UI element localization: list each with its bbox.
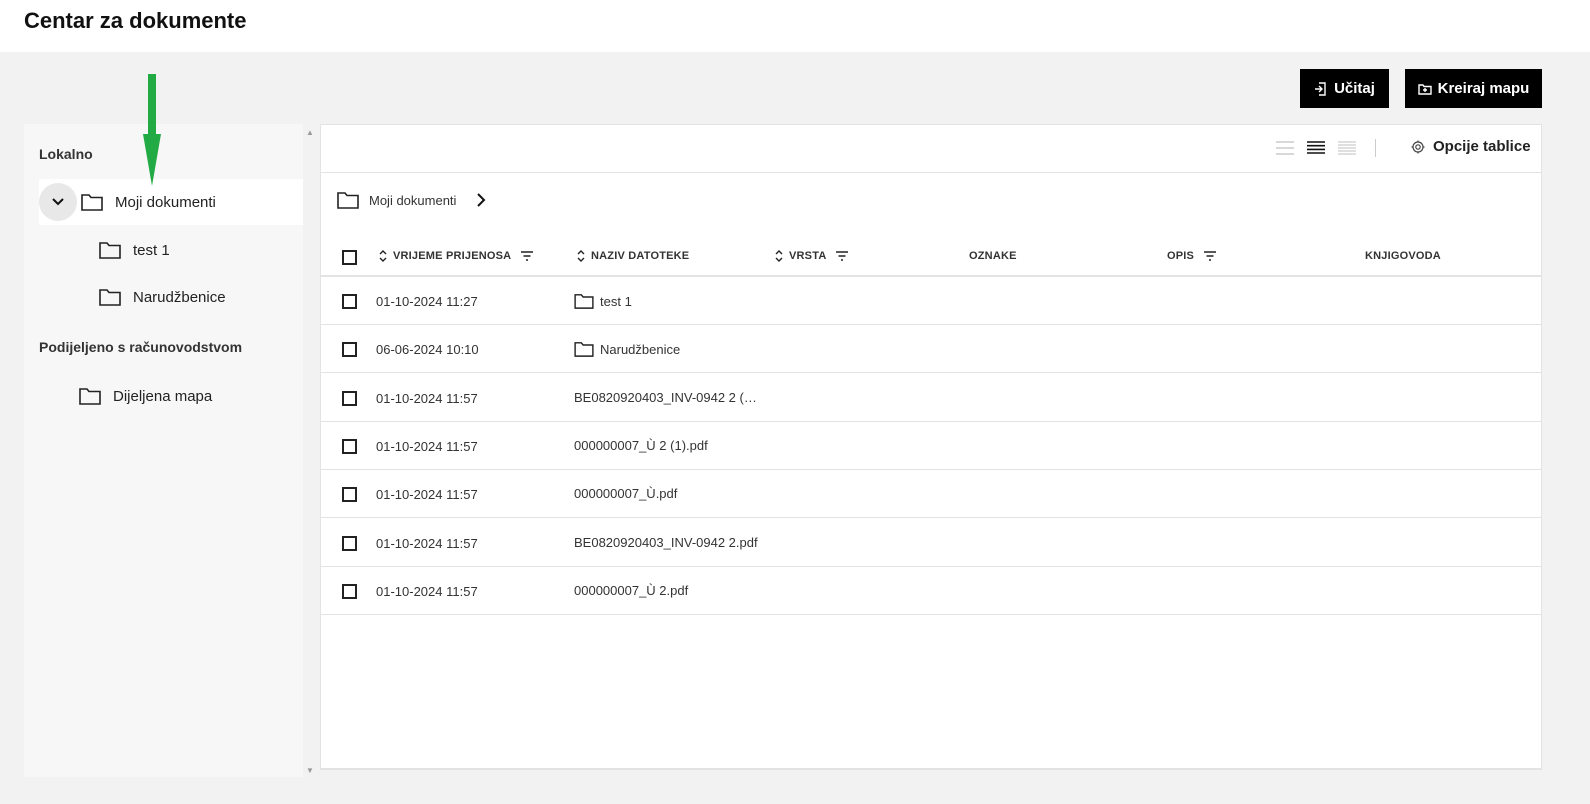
sort-icon[interactable] [775, 250, 783, 262]
file-name-label: BE0820920403_INV-0942 2 (… [574, 389, 757, 405]
table-options-label: Opcije tablice [1433, 138, 1531, 155]
folder-icon [337, 192, 359, 209]
breadcrumb-item[interactable]: Moji dokumenti [369, 193, 456, 208]
sidebar-item-label: test 1 [133, 241, 170, 259]
chevron-right-icon [477, 193, 486, 207]
row-checkbox[interactable] [342, 342, 357, 358]
column-label: VRSTA [789, 250, 827, 262]
local-section-label: Lokalno [39, 146, 93, 162]
cell-upload-time: 01-10-2024 11:57 [376, 583, 478, 599]
table-bottom-border [321, 768, 1541, 769]
table-row[interactable]: 01-10-2024 11:57 BE0820920403_INV-0942 2.… [321, 519, 1541, 567]
scroll-down-icon[interactable]: ▼ [306, 766, 314, 775]
sort-icon[interactable] [379, 250, 387, 262]
cell-file-name[interactable]: 000000007_Ù 2.pdf [574, 583, 688, 598]
create-folder-button[interactable]: Kreiraj mapu [1405, 69, 1542, 108]
view-compact-icon[interactable] [1276, 141, 1294, 155]
table-toolbar: Opcije tablice [321, 125, 1541, 173]
cell-file-name[interactable]: 000000007_Ù.pdf [574, 486, 677, 501]
folder-sidebar: Lokalno Moji dokumenti test 1 Narudžbeni… [24, 124, 303, 777]
filter-icon[interactable] [836, 251, 849, 261]
column-tags[interactable]: OZNAKE [969, 250, 1017, 262]
create-folder-button-label: Kreiraj mapu [1437, 80, 1530, 97]
cell-upload-time: 01-10-2024 11:57 [376, 535, 478, 551]
table-row[interactable]: 01-10-2024 11:57 000000007_Ù 2.pdf [321, 567, 1541, 615]
upload-icon [1315, 81, 1326, 96]
breadcrumb: Moji dokumenti [337, 191, 486, 209]
cell-upload-time: 01-10-2024 11:57 [376, 487, 478, 503]
row-checkbox[interactable] [342, 390, 357, 406]
table-row[interactable]: 06-06-2024 10:10 Narudžbenice [321, 325, 1541, 374]
gear-icon [1411, 140, 1425, 153]
folder-icon [574, 342, 594, 358]
folder-icon [99, 289, 121, 306]
column-bookkeeper[interactable]: KNJIGOVODA [1365, 250, 1441, 262]
upload-button-label: Učitaj [1334, 80, 1375, 97]
column-label: OZNAKE [969, 250, 1017, 262]
row-checkbox[interactable] [342, 535, 357, 551]
folder-icon [79, 388, 101, 405]
cell-file-name[interactable]: BE0820920403_INV-0942 2 (… [574, 390, 757, 405]
sidebar-item-my-documents[interactable]: Moji dokumenti [39, 179, 303, 225]
cell-upload-time: 06-06-2024 10:10 [376, 342, 479, 358]
file-name-label: BE0820920403_INV-0942 2.pdf [574, 534, 758, 550]
column-label: KNJIGOVODA [1365, 250, 1441, 262]
cell-file-name[interactable]: BE0820920403_INV-0942 2.pdf [574, 535, 758, 550]
column-label: NAZIV DATOTEKE [591, 250, 690, 262]
cell-upload-time: 01-10-2024 11:27 [376, 294, 478, 309]
column-label: OPIS [1167, 250, 1195, 262]
file-name-label: 000000007_Ù.pdf [574, 486, 678, 502]
sidebar-item-label: Narudžbenice [133, 288, 226, 306]
cell-file-name[interactable]: Narudžbenice [574, 341, 681, 358]
file-name-label: Narudžbenice [600, 341, 681, 357]
page-title: Centar za dokumente [24, 8, 247, 33]
file-name-label: test 1 [600, 293, 632, 309]
select-all-checkbox[interactable] [342, 250, 357, 265]
row-checkbox[interactable] [342, 487, 357, 503]
folder-icon [574, 294, 594, 309]
column-file-name[interactable]: NAZIV DATOTEKE [577, 250, 689, 262]
top-bar: Centar za dokumente [0, 0, 1590, 52]
column-upload-time[interactable]: VRIJEME PRIJENOSA [379, 250, 534, 262]
table-row[interactable]: 01-10-2024 11:57 BE0820920403_INV-0942 2 … [321, 374, 1541, 422]
scroll-up-icon[interactable]: ▲ [306, 128, 314, 137]
chevron-down-icon[interactable] [39, 183, 77, 221]
table-row[interactable]: 01-10-2024 11:57 000000007_Ù 2 (1).pdf [321, 422, 1541, 470]
shared-section-label: Podijeljeno s računovodstvom [39, 339, 243, 355]
folder-icon [81, 194, 103, 211]
row-checkbox[interactable] [342, 438, 357, 454]
create-folder-icon [1417, 83, 1432, 95]
sidebar-item-test-1[interactable]: test 1 [99, 238, 170, 262]
annotation-arrow-icon [143, 74, 161, 186]
view-normal-icon[interactable] [1307, 141, 1325, 155]
cell-upload-time: 01-10-2024 11:57 [376, 390, 478, 406]
view-comfortable-icon[interactable] [1338, 141, 1356, 155]
row-checkbox[interactable] [342, 294, 357, 309]
column-label: VRIJEME PRIJENOSA [393, 250, 512, 262]
table-row[interactable]: 01-10-2024 11:27 test 1 [321, 277, 1541, 325]
toolbar-divider [1375, 139, 1376, 157]
file-name-label: 000000007_Ù 2 (1).pdf [574, 437, 708, 453]
upload-button[interactable]: Učitaj [1300, 69, 1389, 108]
folder-icon [99, 242, 121, 259]
filter-icon[interactable] [521, 251, 534, 261]
row-checkbox[interactable] [342, 583, 357, 599]
sidebar-scrollbar[interactable]: ▲ ▼ [303, 124, 317, 777]
column-type[interactable]: VRSTA [775, 250, 849, 262]
cell-file-name[interactable]: 000000007_Ù 2 (1).pdf [574, 438, 708, 453]
sidebar-item-label: Moji dokumenti [115, 193, 216, 211]
file-name-label: 000000007_Ù 2.pdf [574, 582, 689, 598]
filter-icon[interactable] [1204, 251, 1217, 261]
document-panel: Opcije tablice Moji dokumenti VRIJEME PR… [320, 124, 1542, 770]
cell-upload-time: 01-10-2024 11:57 [376, 438, 478, 454]
sort-icon[interactable] [577, 250, 585, 262]
table-header: VRIJEME PRIJENOSA NAZIV DATOTEKE VRSTA O… [321, 233, 1541, 277]
sidebar-item-label: Dijeljena mapa [113, 387, 213, 405]
table-row[interactable]: 01-10-2024 11:57 000000007_Ù.pdf [321, 470, 1541, 519]
table-options-button[interactable]: Opcije tablice [1411, 138, 1531, 155]
cell-file-name[interactable]: test 1 [574, 293, 632, 309]
sidebar-item-shared-folder[interactable]: Dijeljena mapa [79, 384, 212, 408]
sidebar-item-narudzbenice[interactable]: Narudžbenice [99, 285, 226, 309]
column-description[interactable]: OPIS [1167, 250, 1217, 262]
